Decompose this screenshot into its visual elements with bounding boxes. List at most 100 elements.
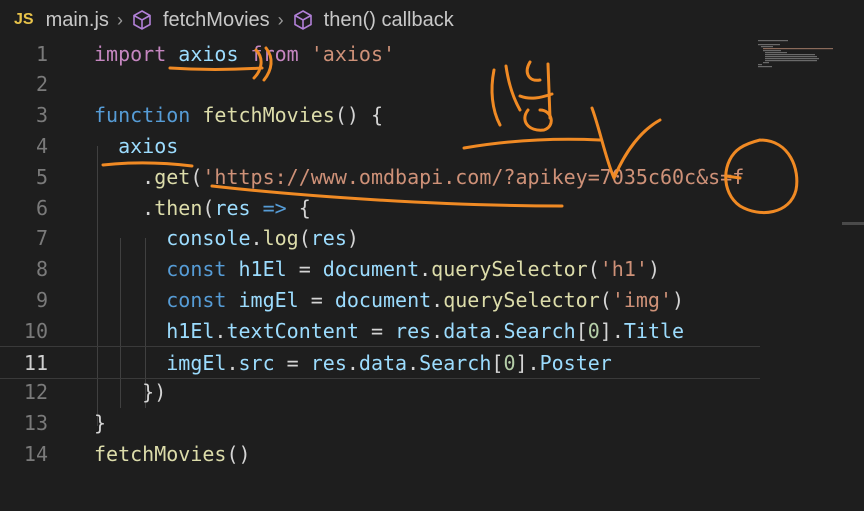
code-token: const [94,287,239,312]
code-text: .then(res => { [94,196,311,220]
code-token: document [334,287,432,312]
code-text: const imgEl = document.querySelector('im… [94,288,684,312]
line-number: 13 [23,411,48,436]
code-token: [ [491,350,504,375]
code-token: . [491,318,504,343]
code-token: 'axios' [310,41,396,66]
minimap[interactable] [752,38,852,98]
code-token: fetchMovies [202,103,335,128]
chevron-right-icon: › [277,9,284,30]
line-number: 10 [23,318,48,343]
scrollbar-thumb[interactable] [842,222,864,225]
code-token: querySelector [431,257,588,282]
code-line[interactable]: 5 .get('https://www.omdbapi.com/?apikey=… [0,161,760,192]
code-line[interactable]: 13} [0,408,760,439]
code-token: res [310,350,347,375]
code-line[interactable]: 2 [0,69,760,100]
code-line[interactable]: 8 const h1El = document.querySelector('h… [0,254,760,285]
code-token: textContent [226,318,359,343]
code-token: res [395,318,432,343]
code-token: log [262,226,299,251]
code-line[interactable]: 3 function fetchMovies() { [0,100,760,131]
code-token: ( [587,257,600,282]
line-number: 8 [35,257,48,282]
line-number: 1 [35,41,48,66]
code-token: ) [154,380,167,405]
code-token: res [214,195,251,220]
code-editor[interactable]: 1 import axios from 'axios' 2 3 function fet… [0,38,864,511]
code-token: . [431,287,444,312]
code-token: ( [202,195,215,220]
code-token: . [226,350,239,375]
code-token: document [322,257,420,282]
breadcrumb-symbol-fetchmovies[interactable]: fetchMovies [163,9,270,32]
code-token: . [94,164,155,189]
code-token: const [94,257,239,282]
code-line[interactable]: 6 .then(res => { [0,192,760,223]
code-token: . [407,350,420,375]
code-token: } [94,411,107,436]
code-token: } [94,380,155,405]
code-line[interactable]: 12 }) [0,377,760,408]
code-text: function fetchMovies() { [94,103,383,127]
code-token: import [94,41,179,66]
code-token: fetchMovies [94,441,227,466]
code-token: Title [623,318,685,343]
code-token: ) [647,257,660,282]
code-text: imgEl.src = res.data.Search[0].Poster [94,351,612,375]
code-token: axios [94,133,179,158]
code-line[interactable]: 10 h1El.textContent = res.data.Search[0]… [0,315,760,346]
code-line[interactable]: 1 import axios from 'axios' [0,38,760,69]
code-token: h1El [238,257,287,282]
code-token: { [298,195,311,220]
code-token: . [94,195,155,220]
code-text: console.log(res) [94,226,359,250]
code-text: axios [94,134,178,158]
code-token: 'https://www.omdbapi.com/?apikey=7035c60… [202,164,745,189]
breadcrumb-file[interactable]: main.js [46,9,109,32]
code-text: .get('https://www.omdbapi.com/?apikey=70… [94,165,744,189]
code-text: fetchMovies() [94,442,251,466]
code-text: } [94,411,106,435]
code-line[interactable]: 9 const imgEl = document.querySelector('… [0,284,760,315]
code-token: . [214,318,227,343]
code-token: ( [190,164,203,189]
line-number: 4 [35,133,48,158]
code-token: ]. [515,350,540,375]
code-token: console [94,226,251,251]
code-token: data [443,318,492,343]
code-text: }) [94,380,166,404]
code-token: from [238,41,311,66]
code-token: ( [298,226,311,251]
code-token: Search [503,318,576,343]
code-text: h1El.textContent = res.data.Search[0].Ti… [94,319,684,343]
code-token: imgEl [238,287,299,312]
code-token: 0 [503,350,516,375]
code-text: const h1El = document.querySelector('h1'… [94,257,660,281]
code-line[interactable]: 14 fetchMovies() [0,438,760,469]
code-token: src [238,350,275,375]
code-token: () { [334,103,383,128]
line-number: 12 [23,380,48,405]
code-token: h1El [94,318,215,343]
code-line[interactable]: 11 imgEl.src = res.data.Search[0].Poster [0,346,760,379]
code-token: = [298,287,335,312]
code-token: = [286,257,323,282]
code-token: ) [346,226,359,251]
breadcrumb-symbol-then-callback[interactable]: then() callback [324,9,454,32]
line-number: 9 [35,287,48,312]
code-token: Search [419,350,492,375]
line-number: 6 [35,195,48,220]
chevron-right-icon: › [116,9,123,30]
code-token: ( [599,287,612,312]
code-token: ) [672,287,685,312]
code-line[interactable]: 4 axios [0,130,760,161]
line-number: 3 [35,103,48,128]
code-text: import axios from 'axios' [94,42,395,66]
code-line[interactable]: 7 console.log(res) [0,223,760,254]
code-token: then [154,195,203,220]
code-token: = [358,318,396,343]
code-token: get [154,164,191,189]
code-token: Poster [539,350,612,375]
method-cube-icon [292,9,314,31]
